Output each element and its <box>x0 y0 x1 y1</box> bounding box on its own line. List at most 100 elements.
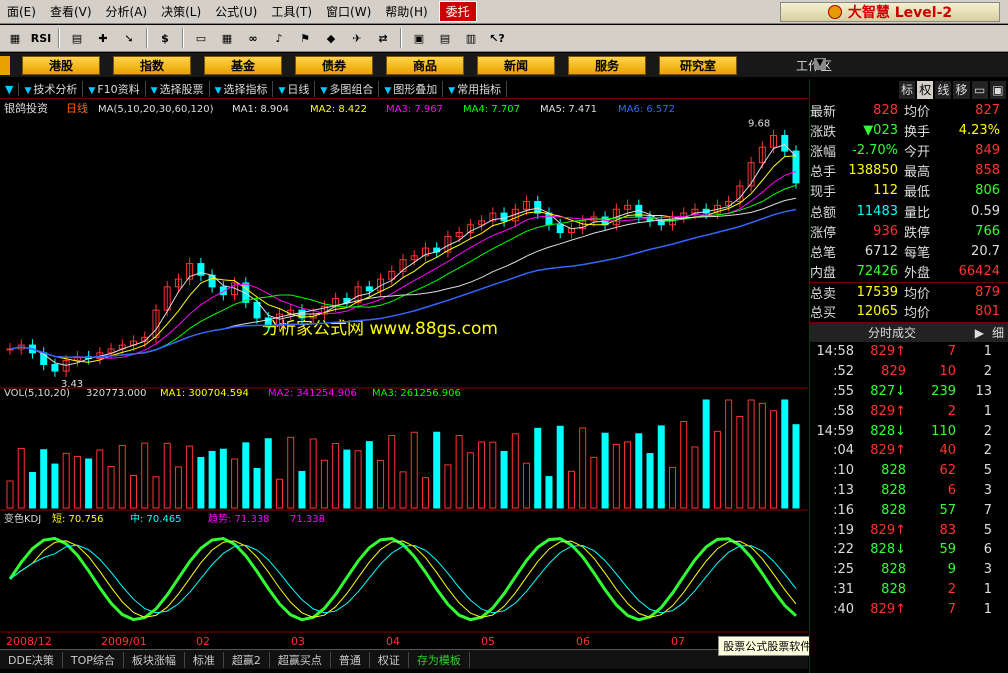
sub-toolbar-item[interactable]: ▼ 图形叠加 <box>379 81 444 97</box>
tick-count: 13 <box>975 384 992 400</box>
tick-time: :40 <box>833 601 854 617</box>
volume-bar <box>51 463 59 509</box>
chart-icon[interactable]: ▦ <box>216 27 238 49</box>
menu-item[interactable]: 帮助(H) <box>378 3 434 20</box>
dollar-icon[interactable]: $ <box>154 27 176 49</box>
menu-item[interactable]: 工具(T) <box>264 3 319 20</box>
menu-item[interactable]: 公式(U) <box>208 3 264 20</box>
template-tab[interactable]: TOP综合 <box>63 651 124 668</box>
tick-volume: 9 <box>947 562 956 578</box>
kdj-mid: 中: 70.465 <box>130 512 182 525</box>
menu-item[interactable]: 面(E) <box>0 3 43 20</box>
x-axis-label: 06 <box>576 635 590 648</box>
nav-button[interactable]: 新闻 <box>477 55 555 75</box>
quote-value: 801 <box>975 304 1000 320</box>
volume-bar <box>702 399 710 509</box>
period-label: 日线 <box>66 101 88 115</box>
quote-label: 内盘 <box>810 266 837 282</box>
ticks-title: 分时成交 <box>868 326 917 341</box>
kline-chart[interactable]: 银鸽投资 日线 MA(5,10,20,30,60,120) MA1: 8.904 MA2… <box>0 100 808 648</box>
rocket-icon[interactable]: ✈ <box>346 27 368 49</box>
template-tab[interactable]: 超赢买点 <box>270 651 331 668</box>
nav-button[interactable]: 港股 <box>22 55 100 75</box>
sub-toolbar-label: 常用指标 <box>457 83 502 96</box>
ticks-header[interactable]: 分时成交 ▶ 细 <box>810 322 1008 343</box>
dropdown-arrow-icon: ▼ <box>384 86 392 96</box>
menu-item[interactable]: 分析(A) <box>99 3 155 20</box>
menu-item[interactable]: 查看(V) <box>43 3 99 20</box>
quote-tab[interactable]: 线 <box>935 80 952 99</box>
template-tab[interactable]: 存为模板 <box>409 651 470 668</box>
quote-row: 总买 12065 均价 801 <box>810 302 1008 322</box>
quote-row: 总额 11483 量比 0.59 <box>810 201 1008 221</box>
menu-item[interactable]: 窗口(W) <box>319 3 378 20</box>
candle-body <box>500 212 508 222</box>
vol-value: 320773.000 <box>86 388 146 399</box>
sub-toolbar-item[interactable]: ▼ F10资料 <box>83 81 146 97</box>
quote-tab[interactable]: 权 <box>917 80 934 99</box>
quote-label: 量比 <box>904 205 931 221</box>
x-axis-label: 03 <box>291 635 305 648</box>
dropdown-arrow-icon: ▼ <box>24 86 32 96</box>
ruler-icon[interactable]: ➘ <box>118 27 140 49</box>
nav-button[interactable]: 服务 <box>568 55 646 75</box>
money-icon[interactable]: ▭ <box>190 27 212 49</box>
crosshair-icon[interactable]: ✚ <box>92 27 114 49</box>
sub-toolbar-item[interactable]: ▼ 选择指标 <box>210 81 274 97</box>
volume-bar <box>646 453 654 509</box>
template-tab[interactable]: 权证 <box>370 651 409 668</box>
save-icon[interactable]: ▣ <box>408 27 430 49</box>
sub-arrow-icon[interactable]: ▼ <box>0 82 20 96</box>
quote-value: ▼023 <box>863 122 898 138</box>
quote-value: 936 <box>873 223 898 239</box>
tick-row: 14:58 829↑ 7 1 <box>810 342 1008 362</box>
template-tab[interactable]: 板块涨幅 <box>124 651 185 668</box>
sub-toolbar-item[interactable]: ▼ 多图组合 <box>315 81 380 97</box>
tick-count: 5 <box>983 522 992 538</box>
quote-tab[interactable]: 标 <box>898 80 916 99</box>
volume-bar <box>601 432 609 509</box>
flag-icon[interactable]: ⚑ <box>294 27 316 49</box>
window-icon[interactable]: ▤ <box>434 27 456 49</box>
grid-icon[interactable]: ▦ <box>4 27 26 49</box>
help-cursor-icon[interactable]: ↖? <box>486 27 508 49</box>
window-icon[interactable]: ▭ <box>971 80 988 99</box>
books-icon[interactable]: ▥ <box>460 27 482 49</box>
nav-button[interactable]: 债券 <box>295 55 373 75</box>
workarea-menu-icon[interactable]: ▼ <box>814 58 826 70</box>
menu-trade[interactable]: 委托 <box>438 1 477 22</box>
restore-icon[interactable]: ▣ <box>989 80 1006 99</box>
bell-icon[interactable]: ♪ <box>268 27 290 49</box>
rsi-icon[interactable]: RSI <box>30 27 52 49</box>
chart-bg <box>0 100 808 648</box>
sub-toolbar-item[interactable]: ▼ 技术分析 <box>19 81 84 97</box>
nav-button[interactable]: 商品 <box>386 55 464 75</box>
ticks-detail[interactable]: 细 <box>992 324 1004 341</box>
x-axis-label: 2008/12 <box>6 635 52 648</box>
quote-label: 最低 <box>904 185 931 201</box>
template-tab[interactable]: DDE决策 <box>0 651 63 668</box>
template-tab[interactable]: 超赢2 <box>224 651 270 668</box>
quote-value: 72426 <box>856 264 898 280</box>
binoculars-icon[interactable]: ∞ <box>242 27 264 49</box>
sub-toolbar-item[interactable]: ▼ 选择股票 <box>146 81 210 97</box>
tick-volume: 2 <box>947 582 956 598</box>
sub-toolbar-item[interactable]: ▼ 日线 <box>273 81 316 97</box>
nav-button[interactable]: 指数 <box>113 55 191 75</box>
quote-label: 涨停 <box>810 225 837 241</box>
menu-item[interactable]: 决策(L) <box>154 3 208 20</box>
quote-tab[interactable]: 移 <box>953 80 970 99</box>
ma5-label: MA5: 7.471 <box>540 104 597 115</box>
nav-button[interactable]: 研究室 <box>659 55 737 75</box>
template-tab[interactable]: 普通 <box>331 651 370 668</box>
logo-icon <box>827 5 842 19</box>
ticks-expand-icon[interactable]: ▶ <box>975 326 984 340</box>
toolbar-separator <box>146 28 148 48</box>
volume-bar <box>242 442 250 509</box>
template-tab[interactable]: 标准 <box>185 651 224 668</box>
table-icon[interactable]: ▤ <box>66 27 88 49</box>
shuffle-icon[interactable]: ⇄ <box>372 27 394 49</box>
diamond-icon[interactable]: ◆ <box>320 27 342 49</box>
nav-button[interactable]: 基金 <box>204 55 282 75</box>
sub-toolbar-item[interactable]: ▼ 常用指标 <box>443 81 508 97</box>
